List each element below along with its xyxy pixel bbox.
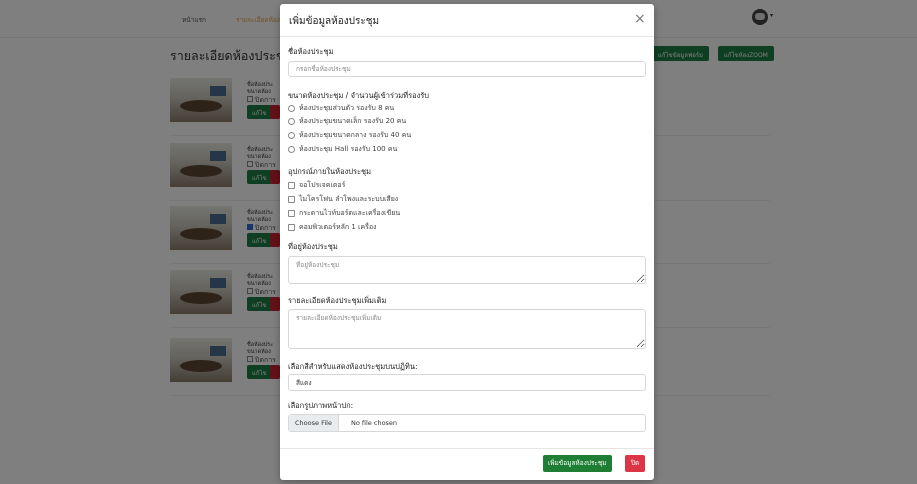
size-option-label: ห้องประชุมขนาดเล็ก รองรับ 20 คน — [299, 116, 407, 125]
room-name-input[interactable] — [288, 61, 646, 77]
equipment-option[interactable]: คอมพิวเตอร์หลัก 1 เครื่อง — [288, 222, 376, 232]
size-option-label: ห้องประชุมขนาดกลาง รองรับ 40 คน — [299, 130, 412, 139]
room-size-label: ขนาดห้องประชุม / จำนวนผู้เข้าร่วมที่รองร… — [288, 91, 430, 100]
checkbox[interactable] — [288, 181, 295, 189]
equipment-option-label: จอโปรเจคเตอร์ — [299, 180, 346, 189]
cover-image-label: เลือกรูปภาพหน้าปก: — [288, 401, 354, 410]
extra-details-label: รายละเอียดห้องประชุมเพิ่มเติม — [288, 296, 387, 305]
file-status-text: No file chosen — [351, 419, 398, 427]
equipment-option[interactable]: กระดานไวท์บอร์ดและเครื่องเขียน — [288, 208, 400, 218]
close-icon[interactable]: × — [634, 12, 646, 26]
size-option[interactable]: ห้องประชุมขนาดกลาง รองรับ 40 คน — [288, 130, 411, 140]
equipment-option[interactable]: จอโปรเจคเตอร์ — [288, 180, 345, 190]
size-option[interactable]: ห้องประชุม Hall รองรับ 100 คน — [288, 144, 397, 154]
location-textarea[interactable] — [288, 256, 646, 284]
size-option[interactable]: ห้องประชุมส่วนตัว รองรับ 8 คน — [288, 103, 394, 113]
radio-button[interactable] — [288, 117, 295, 125]
equipment-label: อุปกรณ์ภายในห้องประชุม — [288, 167, 372, 176]
add-room-modal: เพิ่มข้อมูลห้องประชุม × ชื่อห้องประชุม ข… — [280, 4, 654, 480]
radio-button[interactable] — [288, 131, 295, 139]
choose-file-button[interactable]: Choose File — [289, 415, 339, 431]
color-input[interactable] — [288, 374, 646, 391]
close-button[interactable]: ปิด — [625, 455, 645, 472]
modal-title: เพิ่มข้อมูลห้องประชุม — [289, 16, 380, 27]
equipment-option-label: คอมพิวเตอร์หลัก 1 เครื่อง — [299, 222, 377, 231]
checkbox[interactable] — [288, 209, 295, 217]
location-label: ที่อยู่ห้องประชุม — [288, 242, 338, 251]
size-option[interactable]: ห้องประชุมขนาดเล็ก รองรับ 20 คน — [288, 116, 406, 126]
color-label: เลือกสีสำหรับแสดงห้องประชุมบนปฏิทิน: — [288, 362, 418, 371]
size-option-label: ห้องประชุมส่วนตัว รองรับ 8 คน — [299, 103, 395, 112]
checkbox[interactable] — [288, 223, 295, 231]
equipment-option[interactable]: ไมโครโฟน ลำโพงและระบบเสียง — [288, 194, 398, 204]
radio-button[interactable] — [288, 104, 295, 112]
checkbox[interactable] — [288, 195, 295, 203]
extra-details-textarea[interactable] — [288, 309, 646, 349]
equipment-option-label: ไมโครโฟน ลำโพงและระบบเสียง — [299, 194, 399, 203]
room-name-label: ชื่อห้องประชุม — [288, 47, 334, 56]
add-room-submit-button[interactable]: เพิ่มข้อมูลห้องประชุม — [543, 455, 612, 472]
radio-button[interactable] — [288, 145, 295, 153]
cover-image-file-input[interactable]: Choose File No file chosen — [288, 414, 646, 432]
modal-header: เพิ่มข้อมูลห้องประชุม × — [280, 4, 654, 37]
equipment-option-label: กระดานไวท์บอร์ดและเครื่องเขียน — [299, 208, 401, 217]
size-option-label: ห้องประชุม Hall รองรับ 100 คน — [299, 144, 398, 153]
